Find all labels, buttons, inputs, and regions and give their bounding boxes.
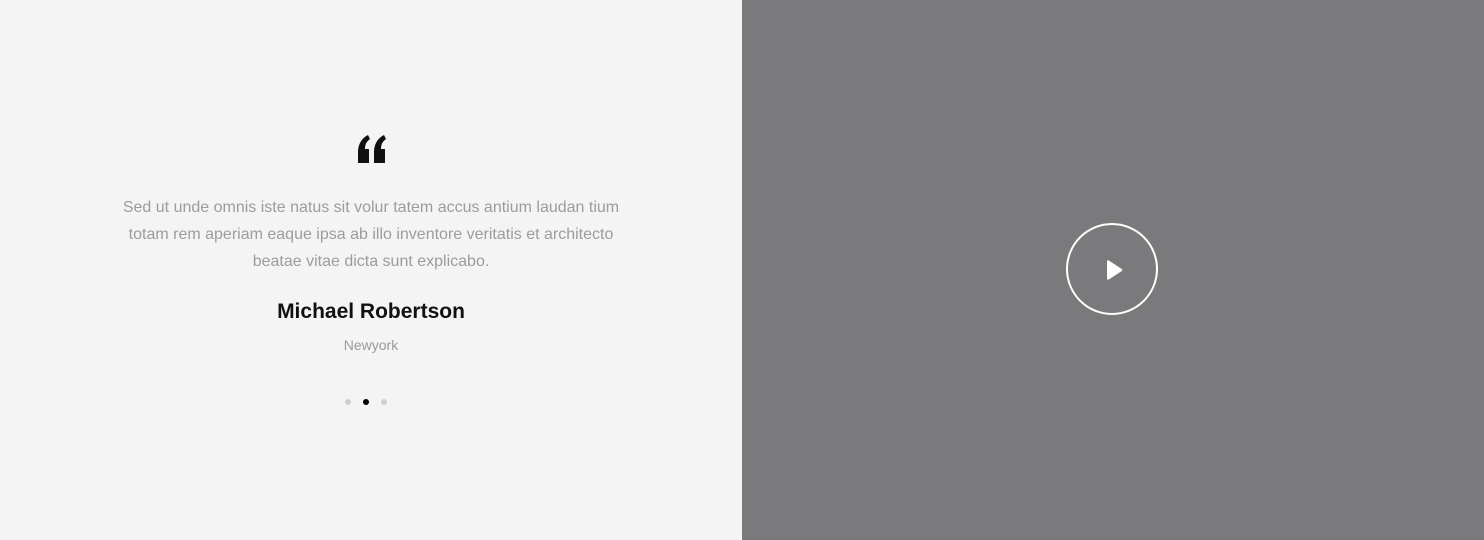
pagination-dot-3[interactable]	[381, 399, 387, 405]
video-panel	[742, 0, 1484, 540]
pagination-dot-1[interactable]	[345, 399, 351, 405]
testimonial-pagination	[345, 399, 387, 405]
testimonial-quote-text: Sed ut unde omnis iste natus sit volur t…	[122, 199, 620, 270]
testimonial-video-section: Sed ut unde omnis iste natus sit volur t…	[0, 0, 1484, 540]
testimonial-author-location: Newyork	[343, 337, 399, 353]
pagination-dot-2[interactable]	[363, 399, 369, 405]
play-icon	[1107, 260, 1123, 280]
testimonial-panel: Sed ut unde omnis iste natus sit volur t…	[0, 0, 742, 540]
quote-open-icon	[358, 135, 386, 163]
testimonial-author-name: Michael Robertson	[277, 300, 465, 323]
play-video-button[interactable]	[1066, 223, 1158, 315]
